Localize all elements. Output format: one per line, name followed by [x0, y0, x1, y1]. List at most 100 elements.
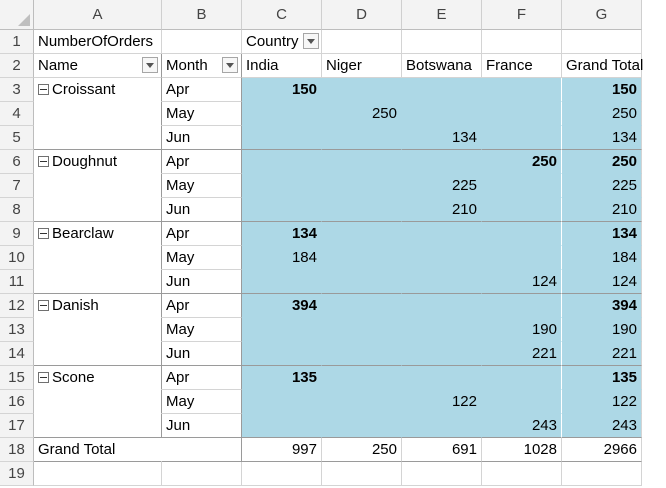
value-cell[interactable]: 190 — [482, 318, 562, 342]
collapse-minus-icon[interactable] — [38, 300, 49, 311]
pivot-row-field-name[interactable]: Name — [34, 54, 162, 78]
row-header-9[interactable]: 9 — [0, 222, 34, 246]
value-cell[interactable] — [322, 246, 402, 270]
row-grand-total[interactable]: 134 — [562, 126, 642, 150]
row-header-8[interactable]: 8 — [0, 198, 34, 222]
cell-f1[interactable] — [482, 30, 562, 54]
value-cell[interactable] — [322, 294, 402, 318]
row-grand-total[interactable]: 190 — [562, 318, 642, 342]
row-grand-total[interactable]: 124 — [562, 270, 642, 294]
value-cell[interactable]: 250 — [322, 102, 402, 126]
group-label-empty[interactable] — [34, 246, 162, 270]
group-label-empty[interactable] — [34, 174, 162, 198]
row-header-6[interactable]: 6 — [0, 150, 34, 174]
name-filter-dropdown-icon[interactable] — [142, 57, 158, 73]
value-cell[interactable] — [402, 342, 482, 366]
value-cell[interactable]: 134 — [402, 126, 482, 150]
value-cell[interactable]: 124 — [482, 270, 562, 294]
month-filter-dropdown-icon[interactable] — [222, 57, 238, 73]
value-cell[interactable]: 135 — [242, 366, 322, 390]
row-header-11[interactable]: 11 — [0, 270, 34, 294]
row-grand-total[interactable]: 122 — [562, 390, 642, 414]
value-cell[interactable]: 221 — [482, 342, 562, 366]
group-label-bearclaw[interactable]: Bearclaw — [34, 222, 162, 246]
group-label-empty[interactable] — [34, 390, 162, 414]
month-cell[interactable]: May — [162, 102, 242, 126]
value-cell[interactable] — [322, 318, 402, 342]
value-cell[interactable] — [242, 126, 322, 150]
collapse-minus-icon[interactable] — [38, 228, 49, 239]
cell-g19[interactable] — [562, 462, 642, 486]
value-cell[interactable] — [402, 270, 482, 294]
column-grand-total[interactable]: 997 — [242, 438, 322, 462]
country-filter-dropdown-icon[interactable] — [303, 33, 319, 49]
month-cell[interactable]: Apr — [162, 78, 242, 102]
value-cell[interactable] — [402, 294, 482, 318]
group-label-empty[interactable] — [34, 414, 162, 438]
value-cell[interactable] — [482, 246, 562, 270]
group-label-danish[interactable]: Danish — [34, 294, 162, 318]
column-header-f[interactable]: F — [482, 0, 562, 30]
row-grand-total[interactable]: 184 — [562, 246, 642, 270]
value-cell[interactable]: 250 — [482, 150, 562, 174]
month-cell[interactable]: May — [162, 174, 242, 198]
column-grand-total[interactable]: 691 — [402, 438, 482, 462]
value-cell[interactable] — [242, 102, 322, 126]
value-cell[interactable]: 243 — [482, 414, 562, 438]
row-header-4[interactable]: 4 — [0, 102, 34, 126]
value-cell[interactable] — [482, 198, 562, 222]
country-header-botswana[interactable]: Botswana — [402, 54, 482, 78]
value-cell[interactable] — [322, 150, 402, 174]
row-grand-total[interactable]: 135 — [562, 366, 642, 390]
group-label-scone[interactable]: Scone — [34, 366, 162, 390]
month-cell[interactable]: Jun — [162, 126, 242, 150]
value-cell[interactable] — [322, 390, 402, 414]
value-cell[interactable] — [322, 126, 402, 150]
row-header-7[interactable]: 7 — [0, 174, 34, 198]
grand-total-row-spacer[interactable] — [162, 438, 242, 462]
cell-a19[interactable] — [34, 462, 162, 486]
value-cell[interactable] — [322, 174, 402, 198]
value-cell[interactable] — [322, 366, 402, 390]
overall-grand-total[interactable]: 2966 — [562, 438, 642, 462]
collapse-minus-icon[interactable] — [38, 372, 49, 383]
value-cell[interactable] — [482, 126, 562, 150]
value-cell[interactable] — [482, 222, 562, 246]
value-cell[interactable] — [402, 102, 482, 126]
row-header-1[interactable]: 1 — [0, 30, 34, 54]
value-cell[interactable] — [402, 318, 482, 342]
value-cell[interactable]: 134 — [242, 222, 322, 246]
pivot-column-field[interactable]: Country — [242, 30, 322, 54]
month-cell[interactable]: Apr — [162, 222, 242, 246]
month-cell[interactable]: Jun — [162, 342, 242, 366]
row-header-15[interactable]: 15 — [0, 366, 34, 390]
month-cell[interactable]: Apr — [162, 294, 242, 318]
row-grand-total[interactable]: 225 — [562, 174, 642, 198]
value-cell[interactable]: 150 — [242, 78, 322, 102]
value-cell[interactable] — [482, 366, 562, 390]
value-cell[interactable] — [482, 390, 562, 414]
month-cell[interactable]: Jun — [162, 270, 242, 294]
month-cell[interactable]: Jun — [162, 414, 242, 438]
value-cell[interactable] — [402, 366, 482, 390]
collapse-minus-icon[interactable] — [38, 156, 49, 167]
value-cell[interactable] — [322, 78, 402, 102]
value-cell[interactable] — [322, 222, 402, 246]
group-label-empty[interactable] — [34, 270, 162, 294]
grand-total-column-header[interactable]: Grand Total — [562, 54, 643, 78]
column-header-a[interactable]: A — [34, 0, 162, 30]
value-cell[interactable] — [482, 78, 562, 102]
column-grand-total[interactable]: 250 — [322, 438, 402, 462]
column-header-d[interactable]: D — [322, 0, 402, 30]
cell-f19[interactable] — [482, 462, 562, 486]
value-cell[interactable] — [482, 102, 562, 126]
row-header-19[interactable]: 19 — [0, 462, 34, 486]
row-grand-total[interactable]: 150 — [562, 78, 642, 102]
value-cell[interactable]: 225 — [402, 174, 482, 198]
row-grand-total[interactable]: 243 — [562, 414, 642, 438]
row-grand-total[interactable]: 221 — [562, 342, 642, 366]
value-cell[interactable] — [242, 390, 322, 414]
value-cell[interactable] — [482, 174, 562, 198]
row-header-5[interactable]: 5 — [0, 126, 34, 150]
cell-d1[interactable] — [322, 30, 402, 54]
